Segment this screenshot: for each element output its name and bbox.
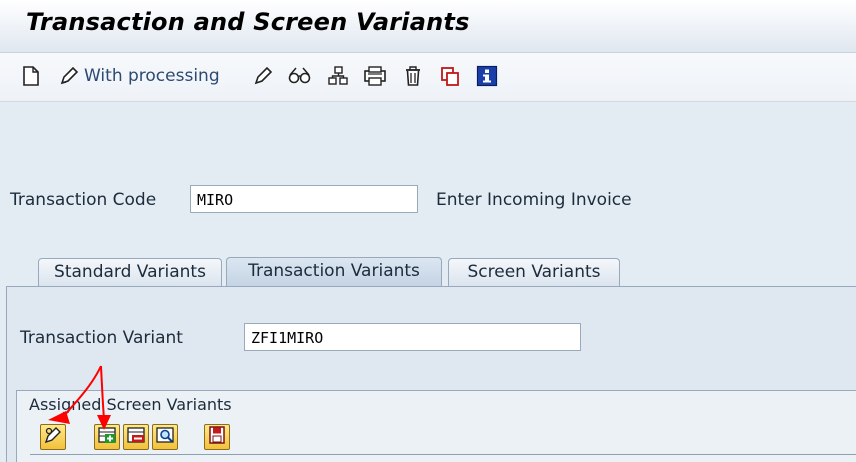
hierarchy-button[interactable]: [325, 63, 351, 89]
assigned-screen-variants-header: Assigned Screen Variants: [29, 395, 232, 414]
edit-icon: [43, 425, 63, 449]
find-button[interactable]: [152, 424, 178, 450]
tab-screen-variants[interactable]: Screen Variants: [448, 258, 620, 286]
copy-icon: [437, 63, 463, 89]
with-processing-button[interactable]: With processing: [56, 63, 220, 89]
tab-standard-variants-label: Standard Variants: [54, 262, 206, 282]
table-toolbar-divider: [30, 454, 856, 455]
hierarchy-icon: [325, 63, 351, 89]
tab-screen-variants-label: Screen Variants: [467, 262, 601, 282]
info-button[interactable]: [474, 63, 500, 89]
copy-button[interactable]: [437, 63, 463, 89]
insert-row-icon: [97, 425, 117, 449]
title-bar: Transaction and Screen Variants: [0, 0, 856, 53]
printer-icon: [362, 63, 388, 89]
new-button[interactable]: [18, 63, 44, 89]
new-document-icon: [18, 63, 44, 89]
save-icon: [207, 425, 227, 449]
delete-row-icon: [126, 425, 146, 449]
with-processing-label: With processing: [84, 66, 220, 86]
find-icon: [155, 425, 175, 449]
save-button[interactable]: [204, 424, 230, 450]
info-icon: [474, 63, 500, 89]
page-title: Transaction and Screen Variants: [26, 8, 470, 36]
edit-button[interactable]: [40, 424, 66, 450]
display-button[interactable]: [287, 63, 313, 89]
tab-standard-variants[interactable]: Standard Variants: [38, 258, 222, 286]
delete-button[interactable]: [400, 63, 426, 89]
tab-transaction-variants[interactable]: Transaction Variants: [226, 257, 442, 287]
change-pencil-icon: [250, 63, 276, 89]
insert-row-button[interactable]: [94, 424, 120, 450]
transaction-code-input[interactable]: MIRO: [190, 185, 418, 213]
glasses-display-icon: [287, 63, 313, 89]
pencil-icon: [56, 63, 82, 89]
trash-icon: [400, 63, 426, 89]
application-toolbar: With processing: [0, 53, 856, 102]
transaction-variant-input[interactable]: ZFI1MIRO: [244, 323, 581, 351]
delete-row-button[interactable]: [123, 424, 149, 450]
tab-transaction-variants-label: Transaction Variants: [248, 261, 420, 281]
change-button[interactable]: [250, 63, 276, 89]
print-button[interactable]: [362, 63, 388, 89]
transaction-code-label: Transaction Code: [10, 190, 157, 210]
transaction-variant-label: Transaction Variant: [20, 328, 183, 348]
transaction-code-description: Enter Incoming Invoice: [436, 190, 632, 210]
